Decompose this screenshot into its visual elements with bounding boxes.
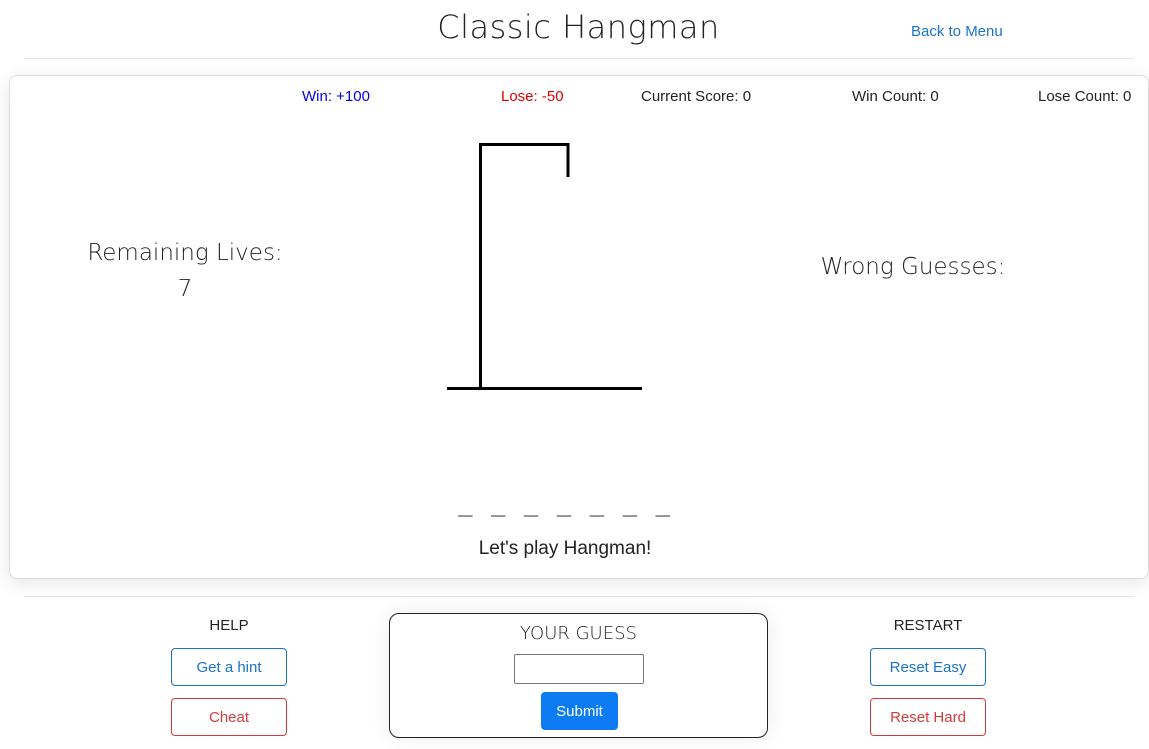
win-count: Win Count: 0 bbox=[852, 88, 939, 105]
get-hint-button[interactable]: Get a hint bbox=[171, 648, 287, 686]
submit-button[interactable]: Submit bbox=[541, 692, 618, 730]
lose-points: Lose: -50 bbox=[501, 88, 564, 105]
reset-hard-button[interactable]: Reset Hard bbox=[870, 698, 986, 736]
remaining-lives-value: 7 bbox=[177, 276, 193, 302]
footer-divider bbox=[24, 596, 1134, 597]
back-to-menu-link[interactable]: Back to Menu bbox=[911, 23, 1003, 40]
lose-count: Lose Count: 0 bbox=[1038, 88, 1132, 105]
cheat-button[interactable]: Cheat bbox=[171, 698, 287, 736]
game-message: Let's play Hangman! bbox=[478, 538, 652, 559]
help-label: HELP bbox=[209, 617, 249, 634]
word-blanks: _ _ _ _ _ _ _ bbox=[458, 489, 672, 517]
header-divider bbox=[24, 58, 1134, 59]
current-score: Current Score: 0 bbox=[641, 88, 752, 105]
win-points: Win: +100 bbox=[302, 88, 370, 105]
guess-panel: YOUR GUESS Submit bbox=[389, 613, 768, 738]
guess-input[interactable] bbox=[514, 654, 644, 684]
wrong-guesses-label: Wrong Guesses: bbox=[820, 254, 1006, 280]
restart-label: RESTART bbox=[893, 617, 963, 634]
guess-title: YOUR GUESS bbox=[520, 623, 637, 644]
gallows-drawing bbox=[447, 143, 642, 390]
remaining-lives-label: Remaining Lives: bbox=[87, 240, 283, 266]
reset-easy-button[interactable]: Reset Easy bbox=[870, 648, 986, 686]
